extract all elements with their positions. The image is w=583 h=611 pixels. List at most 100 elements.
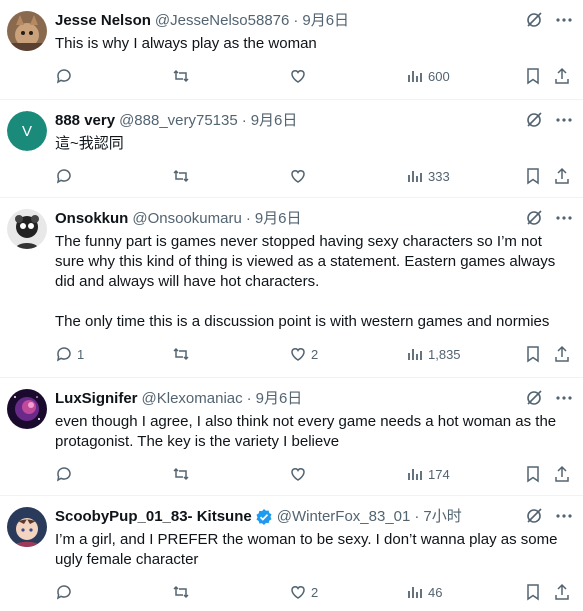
reply-item[interactable]: Jesse Nelson @JesseNelso58876 · 9月6日 Thi… — [0, 0, 583, 100]
reply-paragraph: This is why I always play as the woman — [55, 35, 317, 52]
reply-header: Onsokkun @Onsookumaru · 9月6日 — [55, 209, 523, 229]
share-icon — [555, 167, 569, 184]
reply-button[interactable] — [55, 166, 77, 186]
repost-button[interactable] — [172, 344, 190, 364]
reply-text: This is why I always play as the woman — [55, 34, 575, 54]
bookmark-button[interactable] — [524, 66, 542, 86]
reply-paragraph: The only time this is a discussion point… — [55, 313, 550, 330]
heart-icon — [291, 348, 305, 361]
repost-button[interactable] — [172, 464, 190, 484]
repost-button[interactable] — [172, 582, 190, 602]
analytics-icon — [408, 349, 422, 360]
analytics-icon — [408, 469, 422, 480]
display-name[interactable]: LuxSignifer — [55, 389, 138, 409]
share-button[interactable] — [553, 344, 571, 364]
heart-icon — [291, 586, 305, 599]
bookmark-icon — [527, 68, 539, 85]
reply-paragraph: even though I agree, I also think not ev… — [55, 413, 557, 450]
comment-icon — [56, 69, 71, 84]
user-handle[interactable]: @JesseNelso58876 — [155, 11, 289, 31]
separator-dot: · — [414, 508, 420, 525]
view-count: 46 — [428, 584, 443, 600]
like-button[interactable] — [289, 166, 311, 186]
user-handle[interactable]: @888_very75135 — [119, 111, 238, 131]
views-button[interactable]: 174 — [406, 464, 450, 484]
grok-icon[interactable] — [525, 507, 543, 525]
reply-text: I’m a girl, and I PREFER the woman to be… — [55, 530, 570, 570]
views-button[interactable]: 46 — [406, 582, 442, 602]
separator-dot: · — [241, 112, 247, 129]
share-button[interactable] — [553, 66, 571, 86]
bookmark-icon — [527, 168, 539, 185]
display-name[interactable]: Onsokkun — [55, 209, 128, 229]
bookmark-button[interactable] — [524, 344, 542, 364]
views-button[interactable]: 1,835 — [406, 344, 461, 364]
bookmark-button[interactable] — [524, 166, 542, 186]
like-button[interactable] — [289, 66, 311, 86]
comment-icon — [56, 169, 71, 184]
share-icon — [555, 67, 569, 84]
analytics-icon — [408, 71, 422, 82]
views-button[interactable]: 600 — [406, 66, 450, 86]
more-options-icon[interactable] — [555, 11, 573, 29]
repost-button[interactable] — [172, 66, 190, 86]
reply-item[interactable]: V 888 very @888_very75135 · 9月6日 這~我認同 3… — [0, 100, 583, 198]
anime-girl-icon — [7, 507, 47, 547]
grok-icon[interactable] — [525, 209, 543, 227]
avatar[interactable] — [7, 209, 47, 249]
bookmark-icon — [527, 584, 539, 601]
like-button[interactable] — [289, 464, 311, 484]
avatar[interactable] — [7, 389, 47, 429]
share-button[interactable] — [553, 464, 571, 484]
separator-dot: · — [293, 12, 299, 29]
grok-icon[interactable] — [525, 111, 543, 129]
reply-button[interactable] — [55, 66, 77, 86]
action-bar: 174 — [0, 464, 583, 484]
timestamp[interactable]: 9月6日 — [251, 111, 298, 131]
repost-button[interactable] — [172, 166, 190, 186]
reply-item[interactable]: ScoobyPup_01_83- Kitsune @WinterFox_83_0… — [0, 496, 583, 611]
more-options-icon[interactable] — [555, 389, 573, 407]
share-button[interactable] — [553, 582, 571, 602]
repost-icon — [173, 467, 189, 481]
bookmark-button[interactable] — [524, 582, 542, 602]
avatar[interactable] — [7, 11, 47, 51]
more-options-icon[interactable] — [555, 111, 573, 129]
display-name[interactable]: Jesse Nelson — [55, 11, 151, 31]
header-actions — [525, 507, 573, 525]
grok-icon[interactable] — [525, 389, 543, 407]
share-icon — [555, 465, 569, 482]
grok-icon[interactable] — [525, 11, 543, 29]
views-button[interactable]: 333 — [406, 166, 450, 186]
share-button[interactable] — [553, 166, 571, 186]
action-bar: 2 46 — [0, 582, 583, 602]
analytics-icon — [408, 587, 422, 598]
bookmark-button[interactable] — [524, 464, 542, 484]
more-options-icon[interactable] — [555, 209, 573, 227]
like-count: 2 — [311, 584, 319, 600]
timestamp[interactable]: 9月6日 — [302, 11, 349, 31]
timestamp[interactable]: 7小时 — [423, 507, 461, 527]
avatar[interactable]: V — [7, 111, 47, 151]
view-count: 333 — [428, 168, 450, 184]
like-button[interactable]: 2 — [289, 344, 318, 364]
reply-button[interactable] — [55, 582, 77, 602]
share-icon — [555, 345, 569, 362]
user-handle[interactable]: @Onsookumaru — [132, 209, 241, 229]
display-name[interactable]: ScoobyPup_01_83- Kitsune — [55, 507, 252, 527]
reply-header: LuxSignifer @Klexomaniac · 9月6日 — [55, 389, 523, 409]
header-actions — [525, 209, 573, 227]
timestamp[interactable]: 9月6日 — [255, 209, 302, 229]
reply-count: 1 — [77, 346, 85, 362]
user-handle[interactable]: @WinterFox_83_01 — [277, 507, 411, 527]
timestamp[interactable]: 9月6日 — [256, 389, 303, 409]
avatar[interactable] — [7, 507, 47, 547]
reply-item[interactable]: Onsokkun @Onsookumaru · 9月6日 The funny p… — [0, 198, 583, 378]
more-options-icon[interactable] — [555, 507, 573, 525]
reply-button[interactable] — [55, 464, 77, 484]
reply-button[interactable]: 1 — [55, 344, 84, 364]
display-name[interactable]: 888 very — [55, 111, 115, 131]
like-button[interactable]: 2 — [289, 582, 318, 602]
reply-item[interactable]: LuxSignifer @Klexomaniac · 9月6日 even tho… — [0, 378, 583, 496]
user-handle[interactable]: @Klexomaniac — [142, 389, 243, 409]
